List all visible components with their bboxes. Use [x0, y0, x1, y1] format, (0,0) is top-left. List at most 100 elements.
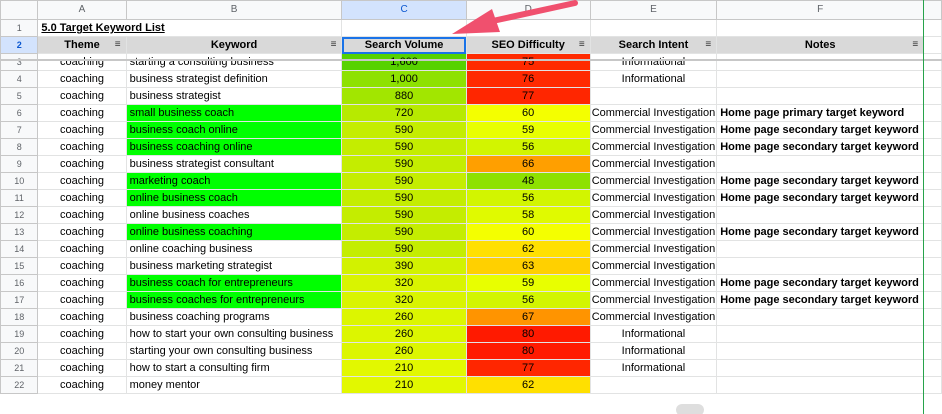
cell-search-intent[interactable]: Commercial Investigation — [589, 257, 718, 275]
cell-search-volume[interactable]: 260 — [341, 308, 467, 326]
cell-search-intent[interactable] — [589, 87, 718, 105]
filter-icon[interactable]: ≡ — [115, 38, 121, 53]
cell-search-intent[interactable]: Commercial Investigation — [589, 240, 718, 258]
cell-notes[interactable]: Home page secondary target keyword — [716, 121, 925, 139]
cell[interactable] — [923, 172, 942, 190]
column-header-b[interactable]: B — [125, 0, 343, 20]
cell-notes[interactable] — [716, 155, 925, 173]
cell-theme[interactable]: coaching — [37, 53, 127, 71]
cell-seo-difficulty[interactable]: 77 — [465, 87, 591, 105]
cell-seo-difficulty[interactable]: 77 — [465, 359, 591, 377]
cell[interactable] — [923, 189, 942, 207]
cell-theme[interactable]: coaching — [37, 189, 127, 207]
cell-keyword[interactable]: business strategist — [125, 87, 343, 105]
cell[interactable] — [923, 53, 942, 71]
cell-theme[interactable]: coaching — [37, 155, 127, 173]
filter-icon[interactable]: ≡ — [331, 38, 337, 53]
cell-search-volume[interactable]: 590 — [341, 155, 467, 173]
cell-notes[interactable]: Home page secondary target keyword — [716, 291, 925, 309]
row-number[interactable]: 11 — [0, 189, 39, 207]
cell-keyword[interactable]: marketing coach — [125, 172, 343, 190]
cell-keyword[interactable]: starting your own consulting business — [125, 342, 343, 360]
row-number[interactable]: 7 — [0, 121, 39, 139]
filter-icon[interactable]: ≡ — [705, 38, 711, 53]
cell-seo-difficulty[interactable]: 80 — [465, 342, 591, 360]
cell-search-intent[interactable]: Informational — [589, 70, 718, 88]
row-number[interactable]: 18 — [0, 308, 39, 326]
cell-keyword[interactable]: online business coaches — [125, 206, 343, 224]
cell-seo-difficulty[interactable]: 58 — [465, 206, 591, 224]
cell[interactable] — [923, 36, 942, 54]
row-number[interactable]: 2 — [0, 36, 39, 54]
cell-theme[interactable]: coaching — [37, 240, 127, 258]
cell-search-volume[interactable]: 590 — [341, 138, 467, 156]
row-number[interactable]: 15 — [0, 257, 39, 275]
header-notes[interactable]: Notes ≡ — [716, 36, 925, 54]
sheet-title[interactable]: 5.0 Target Keyword List — [37, 19, 343, 37]
cell-search-volume[interactable]: 590 — [341, 189, 467, 207]
cell[interactable] — [923, 376, 942, 394]
row-number[interactable]: 5 — [0, 87, 39, 105]
cell-seo-difficulty[interactable]: 75 — [465, 53, 591, 71]
cell[interactable] — [923, 206, 942, 224]
cell-search-intent[interactable]: Commercial Investigation — [589, 308, 718, 326]
row-number[interactable]: 4 — [0, 70, 39, 88]
cell-search-intent[interactable]: Commercial Investigation — [589, 155, 718, 173]
cell[interactable] — [923, 223, 942, 241]
cell-theme[interactable]: coaching — [37, 257, 127, 275]
row-number[interactable]: 19 — [0, 325, 39, 343]
cell-keyword[interactable]: business marketing strategist — [125, 257, 343, 275]
cell-search-intent[interactable]: Commercial Investigation — [589, 189, 718, 207]
cell-search-intent[interactable]: Commercial Investigation — [589, 121, 718, 139]
cell-search-volume[interactable]: 590 — [341, 240, 467, 258]
cell[interactable] — [923, 359, 942, 377]
cell-notes[interactable] — [716, 53, 925, 71]
cell-search-volume[interactable]: 260 — [341, 325, 467, 343]
cell-seo-difficulty[interactable]: 56 — [465, 138, 591, 156]
cell-search-volume[interactable]: 320 — [341, 274, 467, 292]
header-search-intent[interactable]: Search Intent ≡ — [589, 36, 718, 54]
cell-search-volume[interactable]: 320 — [341, 291, 467, 309]
cell-keyword[interactable]: business coaching programs — [125, 308, 343, 326]
cell-seo-difficulty[interactable]: 60 — [465, 223, 591, 241]
cell-search-volume[interactable]: 1,000 — [341, 70, 467, 88]
cell-search-intent[interactable]: Informational — [589, 53, 718, 71]
cell[interactable] — [923, 70, 942, 88]
row-number[interactable]: 13 — [0, 223, 39, 241]
cell-seo-difficulty[interactable]: 56 — [465, 291, 591, 309]
cell-notes[interactable] — [716, 257, 925, 275]
cell[interactable] — [923, 104, 942, 122]
row-number[interactable]: 20 — [0, 342, 39, 360]
cell-theme[interactable]: coaching — [37, 70, 127, 88]
column-header-a[interactable]: A — [37, 0, 127, 20]
filter-icon[interactable]: ≡ — [579, 38, 585, 53]
row-number[interactable]: 12 — [0, 206, 39, 224]
cell-keyword[interactable]: money mentor — [125, 376, 343, 394]
cell-search-volume[interactable]: 260 — [341, 342, 467, 360]
cell-search-intent[interactable]: Informational — [589, 359, 718, 377]
cell-theme[interactable]: coaching — [37, 206, 127, 224]
cell[interactable] — [716, 19, 925, 37]
cell-keyword[interactable]: online business coach — [125, 189, 343, 207]
row-number[interactable]: 22 — [0, 376, 39, 394]
cell-keyword[interactable]: business coach for entrepreneurs — [125, 274, 343, 292]
header-theme[interactable]: Theme ≡ — [37, 36, 127, 54]
cell-keyword[interactable]: how to start your own consulting busines… — [125, 325, 343, 343]
filter-icon[interactable]: ≡ — [912, 38, 918, 53]
cell-seo-difficulty[interactable]: 63 — [465, 257, 591, 275]
cell-notes[interactable] — [716, 376, 925, 394]
cell-search-volume[interactable]: 590 — [341, 172, 467, 190]
header-search-volume[interactable]: Search Volume — [341, 36, 467, 54]
cell-notes[interactable]: Home page secondary target keyword — [716, 172, 925, 190]
cell-search-volume[interactable]: 720 — [341, 104, 467, 122]
cell-notes[interactable] — [716, 70, 925, 88]
cell-search-intent[interactable]: Commercial Investigation — [589, 138, 718, 156]
header-seo-difficulty[interactable]: SEO Difficulty ≡ — [465, 36, 591, 54]
cell-seo-difficulty[interactable]: 59 — [465, 121, 591, 139]
cell-seo-difficulty[interactable]: 48 — [465, 172, 591, 190]
row-number[interactable]: 1 — [0, 19, 39, 37]
row-number[interactable]: 6 — [0, 104, 39, 122]
cell-search-volume[interactable]: 880 — [341, 87, 467, 105]
cell-search-volume[interactable]: 210 — [341, 376, 467, 394]
cell-notes[interactable] — [716, 240, 925, 258]
